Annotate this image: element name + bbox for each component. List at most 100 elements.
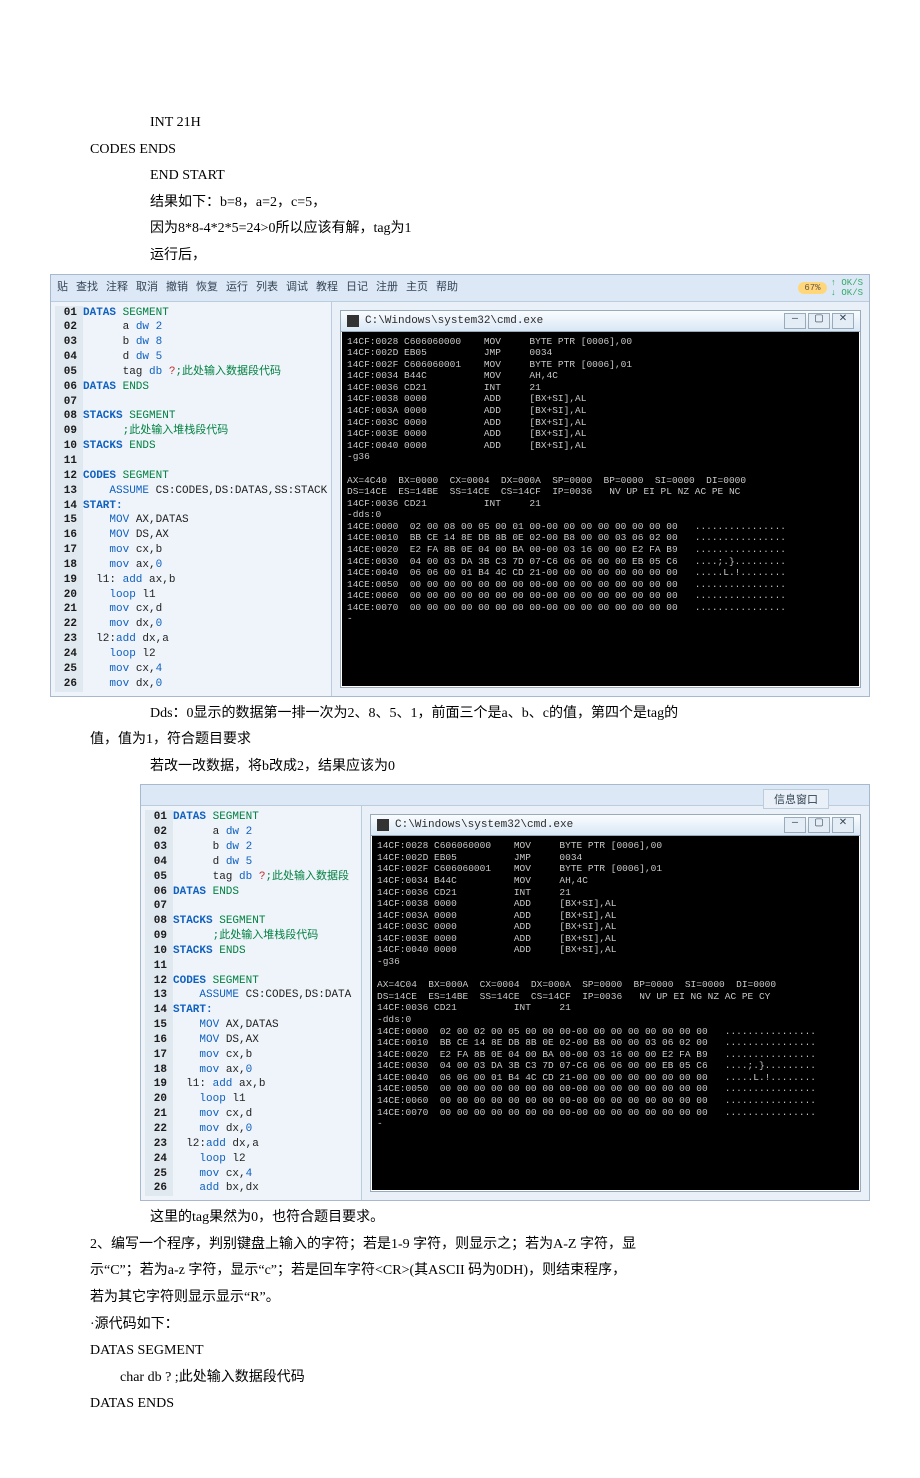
ide-screenshot-2: 信息窗口 01DATAS SEGMENT02 a dw 203 b dw 204… — [140, 784, 870, 1201]
cmd-output: 14CF:0028 C606060000 MOV BYTE PTR [0006]… — [371, 836, 860, 1133]
toolbar-item[interactable]: 撤销 — [166, 278, 188, 298]
net-up: ↑ OK/S — [831, 278, 863, 288]
line-number: 09 — [145, 929, 173, 944]
toolbar-item[interactable]: 查找 — [76, 278, 98, 298]
toolbar-item[interactable]: 取消 — [136, 278, 158, 298]
line-number: 03 — [145, 840, 173, 855]
body-text: Dds：0显示的数据第一排一次为2、8、5、1，前面三个是a、b、c的值，第四个… — [90, 701, 830, 728]
line-number: 11 — [145, 959, 173, 974]
code-line: 09 ;此处输入堆栈段代码 — [141, 929, 361, 944]
code-line: 19 l1: add ax,b — [141, 1077, 361, 1092]
body-text: ·源代码如下： — [90, 1312, 830, 1339]
result-text: 因为8*8-4*2*5=24>0所以应该有解，tag为1 — [90, 216, 830, 243]
result-text: 结果如下：b=8，a=2，c=5， — [90, 190, 830, 217]
code-line: INT 21H — [90, 110, 830, 137]
line-number: 08 — [145, 914, 173, 929]
line-number: 13 — [145, 988, 173, 1003]
code-line: 17 mov cx,b — [141, 1048, 361, 1063]
line-number: 02 — [55, 320, 83, 335]
line-number: 23 — [55, 632, 83, 647]
line-number: 17 — [55, 543, 83, 558]
line-number: 05 — [55, 365, 83, 380]
line-number: 22 — [145, 1122, 173, 1137]
code-line: 22 mov dx,0 — [51, 617, 331, 632]
toolbar-item[interactable]: 教程 — [316, 278, 338, 298]
maximize-button[interactable]: ▢ — [808, 313, 830, 329]
line-number: 16 — [55, 528, 83, 543]
code-line: 05 tag db ?;此处输入数据段代码 — [51, 365, 331, 380]
code-editor[interactable]: 01DATAS SEGMENT02 a dw 203 b dw 804 d dw… — [51, 302, 332, 696]
code-line: 12CODES SEGMENT — [51, 469, 331, 484]
toolbar-item[interactable]: 日记 — [346, 278, 368, 298]
net-down: ↓ OK/S — [831, 288, 863, 298]
code-editor[interactable]: 01DATAS SEGMENT02 a dw 203 b dw 204 d dw… — [141, 806, 362, 1200]
line-number: 10 — [55, 439, 83, 454]
line-number: 18 — [55, 558, 83, 573]
line-number: 15 — [55, 513, 83, 528]
code-line: 04 d dw 5 — [141, 855, 361, 870]
close-button[interactable]: ✕ — [832, 817, 854, 833]
line-number: 26 — [145, 1181, 173, 1196]
cmd-window: C:\Windows\system32\cmd.exe — ▢ ✕ 14CF:0… — [370, 814, 861, 1192]
toolbar-item[interactable]: 运行 — [226, 278, 248, 298]
code-line: 19 l1: add ax,b — [51, 573, 331, 588]
code-line: 14START: — [141, 1003, 361, 1018]
body-text: 若改一改数据，将b改成2，结果应该为0 — [90, 754, 830, 781]
close-button[interactable]: ✕ — [832, 313, 854, 329]
code-line: 08STACKS SEGMENT — [51, 409, 331, 424]
result-text: 运行后， — [90, 243, 830, 270]
toolbar-item[interactable]: 贴 — [57, 278, 68, 298]
cmd-window: C:\Windows\system32\cmd.exe — ▢ ✕ 14CF:0… — [340, 310, 861, 688]
cmd-title: C:\Windows\system32\cmd.exe — [395, 819, 573, 831]
line-number: 24 — [145, 1152, 173, 1167]
toolbar-item[interactable]: 恢复 — [196, 278, 218, 298]
code-line: 24 loop l2 — [141, 1152, 361, 1167]
line-number: 19 — [55, 573, 83, 588]
line-number: 23 — [145, 1137, 173, 1152]
line-number: 04 — [145, 855, 173, 870]
code-line: DATAS SEGMENT — [90, 1338, 830, 1365]
line-number: 19 — [145, 1077, 173, 1092]
code-line: 26 add bx,dx — [141, 1181, 361, 1196]
line-number: 04 — [55, 350, 83, 365]
code-line: 07 — [141, 899, 361, 914]
minimize-button[interactable]: — — [784, 817, 806, 833]
line-number: 07 — [145, 899, 173, 914]
line-number: 01 — [55, 306, 83, 321]
code-line: 16 MOV DS,AX — [141, 1033, 361, 1048]
minimize-button[interactable]: — — [784, 313, 806, 329]
code-line: 23 l2:add dx,a — [141, 1137, 361, 1152]
line-number: 13 — [55, 484, 83, 499]
line-number: 02 — [145, 825, 173, 840]
toolbar-item[interactable]: 注册 — [376, 278, 398, 298]
cmd-icon — [347, 315, 359, 327]
code-line: 03 b dw 8 — [51, 335, 331, 350]
code-line: 21 mov cx,d — [141, 1107, 361, 1122]
line-number: 11 — [55, 454, 83, 469]
line-number: 20 — [55, 588, 83, 603]
line-number: 16 — [145, 1033, 173, 1048]
toolbar-item[interactable]: 调试 — [286, 278, 308, 298]
code-line: 11 — [51, 454, 331, 469]
info-window-label: 信息窗口 — [763, 789, 829, 809]
code-line: 09 ;此处输入堆栈段代码 — [51, 424, 331, 439]
line-number: 25 — [55, 662, 83, 677]
toolbar-item[interactable]: 主页 — [406, 278, 428, 298]
cmd-output: 14CF:0028 C606060000 MOV BYTE PTR [0006]… — [341, 332, 860, 629]
code-line: 23 l2:add dx,a — [51, 632, 331, 647]
code-line: 16 MOV DS,AX — [51, 528, 331, 543]
line-number: 12 — [55, 469, 83, 484]
maximize-button[interactable]: ▢ — [808, 817, 830, 833]
toolbar-item[interactable]: 帮助 — [436, 278, 458, 298]
toolbar-item[interactable]: 列表 — [256, 278, 278, 298]
cmd-titlebar: C:\Windows\system32\cmd.exe — ▢ ✕ — [371, 815, 860, 836]
code-line: 26 mov dx,0 — [51, 677, 331, 692]
code-line: 01DATAS SEGMENT — [51, 306, 331, 321]
code-line: 02 a dw 2 — [51, 320, 331, 335]
code-line: 11 — [141, 959, 361, 974]
toolbar-item[interactable]: 注释 — [106, 278, 128, 298]
cmd-icon — [377, 819, 389, 831]
code-line: 07 — [51, 395, 331, 410]
line-number: 07 — [55, 395, 83, 410]
line-number: 26 — [55, 677, 83, 692]
